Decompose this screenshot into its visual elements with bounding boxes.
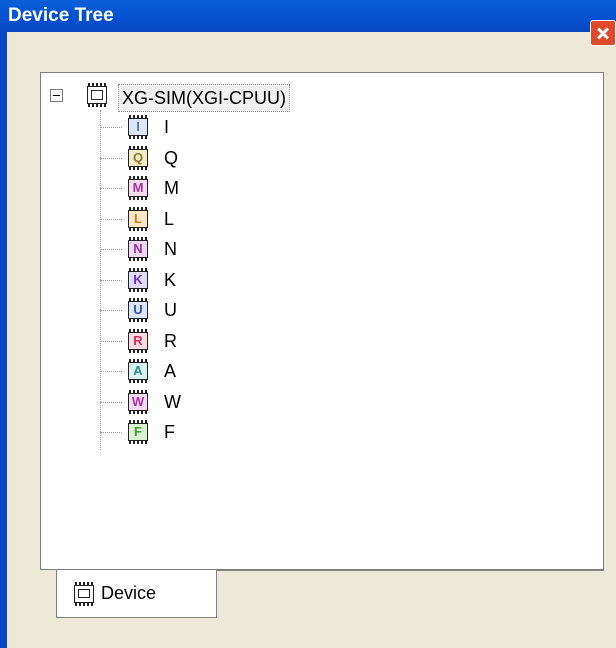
device-glyph: A — [133, 363, 143, 378]
device-glyph: U — [133, 302, 143, 317]
tab-device-label: Device — [101, 583, 157, 603]
device-l-icon: L — [125, 207, 151, 231]
device-u-icon: U — [125, 298, 151, 322]
device-r-icon: R — [125, 329, 151, 353]
tab-bar: Device — [40, 570, 604, 622]
device-m-icon: M — [125, 176, 151, 200]
tree-branch-line — [100, 341, 122, 342]
device-glyph: M — [132, 180, 144, 195]
close-button[interactable] — [590, 20, 616, 46]
tree-branch-line — [100, 127, 122, 128]
device-glyph: W — [131, 394, 145, 409]
device-tree-window: Device Tree XG-SIM(XGI-CPUU) IIQQMMLLNNK… — [0, 0, 616, 648]
tab-divider — [217, 570, 604, 571]
device-glyph: R — [133, 333, 143, 348]
device-glyph: K — [133, 272, 143, 287]
collapse-toggle-icon[interactable] — [50, 89, 63, 102]
tree-item-q[interactable]: Q — [164, 146, 178, 170]
tree-item-l[interactable]: L — [164, 207, 174, 231]
device-k-icon: K — [125, 268, 151, 292]
title-bar[interactable]: Device Tree — [0, 0, 616, 46]
tree-root-label[interactable]: XG-SIM(XGI-CPUU) — [118, 84, 290, 112]
tab-device[interactable]: Device — [56, 570, 217, 618]
tree-item-f[interactable]: F — [164, 420, 175, 444]
tree-branch-line — [100, 310, 122, 311]
tree-branch-line — [100, 188, 122, 189]
tree-item-r[interactable]: R — [164, 329, 177, 353]
tree-branch-line — [100, 432, 122, 433]
device-i-icon: I — [125, 115, 151, 139]
tree-item-i[interactable]: I — [164, 115, 169, 139]
device-q-icon: Q — [125, 146, 151, 170]
device-glyph: L — [134, 211, 142, 226]
tree-branch-line — [100, 219, 122, 220]
window-left-border — [0, 32, 7, 648]
chip-icon — [71, 582, 97, 606]
root-chip-icon — [84, 83, 110, 107]
tree-branch-line — [100, 402, 122, 403]
device-w-icon: W — [125, 390, 151, 414]
tree-item-n[interactable]: N — [164, 237, 177, 261]
device-glyph: Q — [132, 150, 144, 165]
device-glyph: I — [136, 119, 140, 134]
tree-item-k[interactable]: K — [164, 268, 176, 292]
tree-item-m[interactable]: M — [164, 176, 179, 200]
device-glyph: F — [134, 424, 142, 439]
tree-branch-line — [100, 158, 122, 159]
window-title: Device Tree — [8, 5, 114, 26]
tree-branch-line — [100, 249, 122, 250]
tree-item-w[interactable]: W — [164, 390, 181, 414]
tree-branch-line — [100, 371, 122, 372]
device-a-icon: A — [125, 359, 151, 383]
device-f-icon: F — [125, 420, 151, 444]
tree-item-u[interactable]: U — [164, 298, 177, 322]
tree-item-a[interactable]: A — [164, 359, 176, 383]
device-n-icon: N — [125, 237, 151, 261]
tree-branch-line — [100, 280, 122, 281]
device-glyph: N — [133, 241, 143, 256]
